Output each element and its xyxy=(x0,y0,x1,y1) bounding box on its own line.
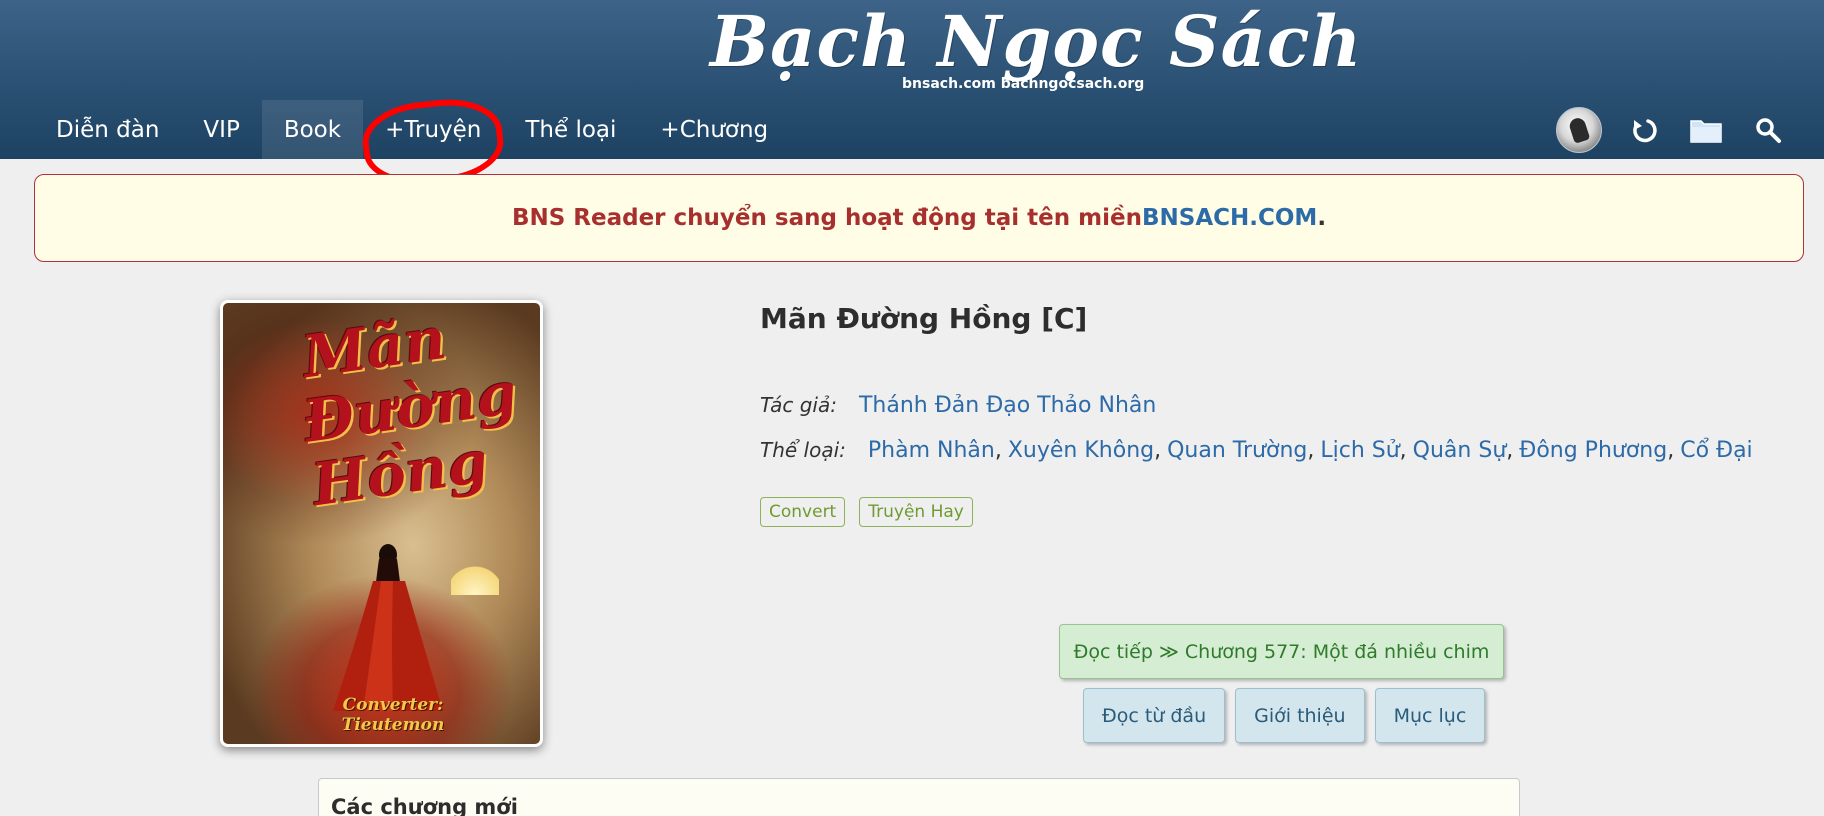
tag-truyen-hay[interactable]: Truyện Hay xyxy=(859,497,973,527)
book-tags: Convert Truyện Hay xyxy=(760,497,973,527)
genre-link[interactable]: Xuyên Không xyxy=(1008,438,1154,463)
logo-domains: bnsach.com bachngocsach.org xyxy=(902,76,1145,92)
new-chapters-panel: Các chương mới xyxy=(318,778,1520,816)
cover-figure-illustration xyxy=(333,544,443,711)
search-icon[interactable] xyxy=(1748,110,1788,150)
nav-item-vip[interactable]: VIP xyxy=(181,100,261,159)
site-header: Bạch Ngọc Sách bnsach.com bachngocsach.o… xyxy=(0,0,1824,159)
genre-link[interactable]: Cổ Đại xyxy=(1680,438,1752,463)
genre-link[interactable]: Đông Phương xyxy=(1519,438,1667,463)
avatar[interactable] xyxy=(1556,107,1602,153)
reading-actions: Đọc từ đầu Giới thiệu Mục lục xyxy=(1083,688,1486,743)
refresh-icon[interactable] xyxy=(1624,110,1664,150)
notice-text: BNS Reader chuyển sang hoạt động tại tên… xyxy=(511,205,1142,231)
nav-item-the-loai[interactable]: Thể loại xyxy=(503,100,638,159)
cover-title-text: Mãn Đường Hồng xyxy=(298,303,521,520)
toc-button[interactable]: Mục lục xyxy=(1374,688,1486,743)
author-link[interactable]: Thánh Đản Đạo Thảo Nhân xyxy=(859,393,1156,418)
tag-convert[interactable]: Convert xyxy=(760,497,846,527)
header-actions xyxy=(1556,104,1788,156)
author-label: Tác giả: xyxy=(760,393,837,417)
continue-reading-button[interactable]: Đọc tiếp ≫ Chương 577: Một đá nhiều chim xyxy=(1059,624,1504,679)
domain-notice-banner: BNS Reader chuyển sang hoạt động tại tên… xyxy=(34,174,1804,262)
nav-item-truyen[interactable]: +Truyện xyxy=(363,100,503,159)
book-cover[interactable]: Mãn Đường Hồng Converter: Tieutemon xyxy=(220,300,543,747)
read-from-start-button[interactable]: Đọc từ đầu xyxy=(1083,688,1226,743)
folder-icon[interactable] xyxy=(1686,110,1726,150)
logo-script-text: Bạch Ngọc Sách xyxy=(710,0,1363,83)
main-nav: Diễn đàn VIP Book +Truyện Thể loại +Chươ… xyxy=(34,100,790,159)
site-logo[interactable]: Bạch Ngọc Sách bnsach.com bachngocsach.o… xyxy=(710,0,1361,98)
genre-link[interactable]: Lịch Sử xyxy=(1320,438,1399,463)
genre-row: Thể loại: Phàm Nhân, Xuyên Không, Quan T… xyxy=(760,437,1753,463)
notice-link[interactable]: BNSACH.COM xyxy=(1142,205,1317,231)
nav-item-book[interactable]: Book xyxy=(261,100,364,159)
genre-label: Thể loại: xyxy=(760,438,846,462)
cover-fan-ornament xyxy=(451,555,499,595)
new-chapters-title: Các chương mới xyxy=(331,795,518,816)
genre-link[interactable]: Phàm Nhân xyxy=(868,438,995,463)
notice-suffix: . xyxy=(1317,205,1327,231)
book-title: Mãn Đường Hồng [C] xyxy=(760,302,1088,335)
genre-link[interactable]: Quân Sự xyxy=(1413,438,1507,463)
nav-item-chuong[interactable]: +Chương xyxy=(638,100,790,159)
nav-item-dien-dan[interactable]: Diễn đàn xyxy=(34,100,181,159)
cover-credit-text: Converter: Tieutemon xyxy=(341,695,445,735)
genre-link[interactable]: Quan Trường xyxy=(1167,438,1307,463)
author-row: Tác giả: Thánh Đản Đạo Thảo Nhân xyxy=(760,388,1156,422)
intro-button[interactable]: Giới thiệu xyxy=(1235,688,1365,743)
